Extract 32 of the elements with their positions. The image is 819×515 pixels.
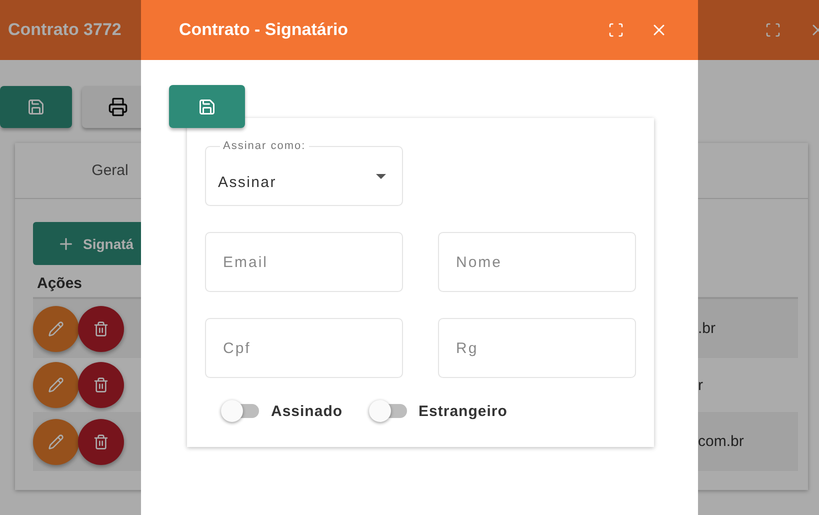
trash-icon	[93, 320, 109, 336]
pencil-icon	[48, 434, 64, 450]
save-button[interactable]	[169, 85, 245, 128]
dialog-title: Contrato - Signatário	[179, 20, 348, 40]
trash-icon	[93, 377, 109, 393]
switch-label: Estrangeiro	[418, 402, 508, 420]
switch-label: Assinado	[271, 402, 343, 420]
input-field[interactable]: Rg	[438, 318, 636, 378]
toggle-switch[interactable]	[368, 401, 409, 421]
pencil-icon	[48, 320, 64, 336]
edit-button[interactable]	[33, 362, 79, 408]
input-field[interactable]: Cpf	[205, 318, 403, 378]
window-title: Contrato 3772	[8, 20, 122, 40]
delete-button[interactable]	[78, 362, 124, 408]
table-cell: .br	[698, 299, 798, 358]
fullscreen-icon[interactable]	[608, 22, 624, 38]
save-icon	[27, 98, 45, 116]
edit-button[interactable]	[33, 418, 79, 464]
save-icon	[198, 98, 216, 116]
save-button[interactable]	[0, 86, 72, 128]
input-field[interactable]: Nome	[438, 232, 636, 292]
printer-icon	[108, 97, 128, 117]
edit-button[interactable]	[33, 306, 79, 352]
dropdown-caret-icon	[376, 174, 386, 178]
fullscreen-icon[interactable]	[765, 22, 781, 38]
input-field[interactable]: Email	[205, 232, 403, 292]
delete-button[interactable]	[78, 418, 124, 464]
trash-icon	[93, 434, 109, 450]
pencil-icon	[48, 377, 64, 393]
toggle-switch[interactable]	[221, 401, 261, 421]
delete-button[interactable]	[78, 306, 124, 352]
table-cell: com.br	[698, 412, 798, 471]
